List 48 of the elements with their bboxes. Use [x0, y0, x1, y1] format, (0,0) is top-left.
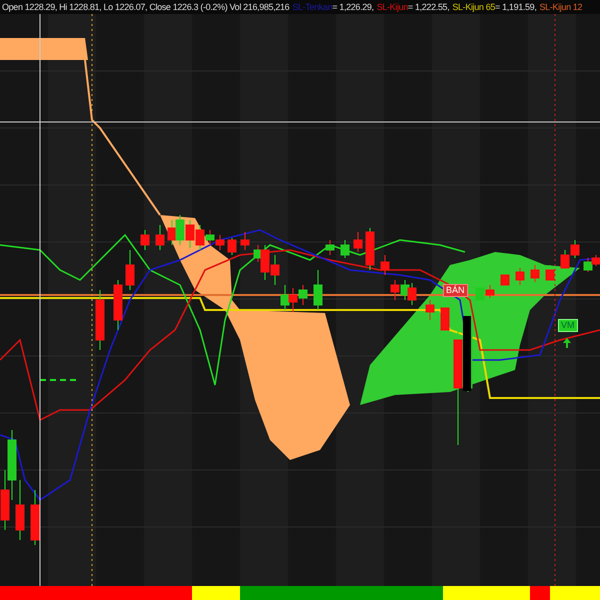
sell-signal-label: BÁN: [443, 284, 468, 297]
candlestick: [288, 288, 298, 312]
legend-value: = 1,222.55,: [408, 1, 450, 14]
candlestick: [546, 264, 554, 286]
legend-value: = 1,191.59,: [495, 1, 536, 14]
legend-name: SL-Kijun 12: [540, 1, 582, 14]
candlestick: [16, 480, 24, 540]
candlestick: [366, 228, 374, 270]
candlestick: [176, 214, 184, 246]
candlestick: [516, 268, 524, 286]
legend-name: SL-Kijun: [376, 1, 408, 14]
candlestick: [0, 470, 10, 530]
candlestick: [156, 224, 164, 250]
candlestick: [440, 300, 450, 336]
candlestick: [354, 232, 362, 252]
buy-signal-label: VM: [558, 319, 578, 332]
legend-name: SL-Kijun 65: [452, 1, 496, 14]
candlestick: [114, 280, 122, 330]
candlestick: [500, 270, 510, 290]
candlestick: [30, 490, 40, 546]
candlestick: [560, 250, 570, 272]
candlestick: [340, 240, 350, 258]
candlestick: [168, 220, 176, 246]
candlestick: [426, 300, 434, 320]
candlestick: [390, 280, 400, 300]
candlestick: [186, 220, 194, 248]
candlestick: [270, 254, 280, 286]
legend-name: SL-Tenkan: [292, 1, 332, 14]
candlestick: [408, 282, 416, 306]
legend-value: = 1,226.29,: [332, 1, 374, 14]
candlestick: [298, 284, 308, 306]
candlestick: [126, 250, 134, 290]
candlestick: [96, 290, 104, 350]
candlestick: [240, 232, 250, 250]
candlestick: [8, 430, 16, 500]
candlestick: [314, 270, 322, 310]
candlestick: [280, 284, 290, 310]
candlestick: [228, 238, 236, 256]
candlestick: [570, 240, 580, 258]
ohlc-quote: Open 1228.29, Hi 1228.81, Lo 1226.07, Close 1226.3 (-0.2%) Vol 216,985,216: [2, 1, 290, 14]
candlestick: [216, 234, 224, 250]
candlestick: [380, 254, 390, 276]
candlestick: [530, 264, 540, 282]
candlestick: [326, 240, 334, 256]
candlestick: [140, 230, 150, 250]
candlestick: [584, 258, 592, 272]
up-arrow-icon: [563, 338, 571, 348]
candlestick: [592, 254, 600, 266]
